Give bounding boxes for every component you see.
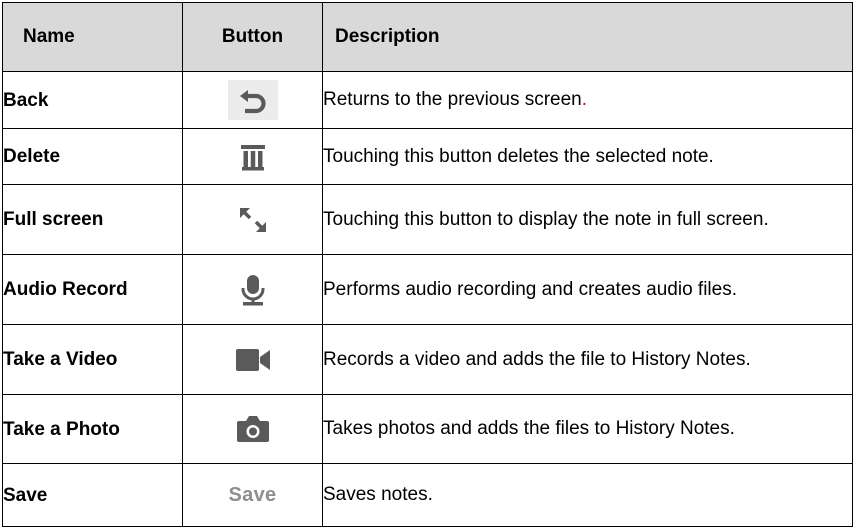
button-cell: Save bbox=[182, 463, 323, 527]
table-row: Save Save Saves notes. bbox=[2, 463, 853, 527]
row-name: Take a Video bbox=[2, 324, 183, 395]
button-cell bbox=[182, 324, 323, 395]
row-name: Take a Photo bbox=[2, 394, 183, 464]
save-button-label: Save bbox=[228, 483, 277, 506]
row-name: Save bbox=[2, 463, 183, 527]
trash-icon bbox=[228, 137, 278, 177]
row-name: Delete bbox=[2, 128, 183, 185]
photo-camera-icon bbox=[228, 409, 278, 449]
table-row: Back Returns to the previous screen. bbox=[2, 71, 853, 129]
table-row: Take a Video Records a video and adds th… bbox=[2, 324, 853, 395]
row-description: Touching this button to display the note… bbox=[322, 184, 853, 255]
header-description: Description bbox=[322, 2, 853, 72]
row-description: Returns to the previous screen. bbox=[322, 71, 853, 129]
row-description: Saves notes. bbox=[322, 463, 853, 527]
header-button: Button bbox=[182, 2, 323, 72]
button-cell bbox=[182, 394, 323, 464]
button-cell bbox=[182, 184, 323, 255]
video-camera-icon bbox=[228, 340, 278, 380]
microphone-icon bbox=[228, 270, 278, 310]
button-cell bbox=[182, 254, 323, 325]
description-text: Returns to the previous screen bbox=[323, 89, 582, 110]
row-name: Audio Record bbox=[2, 254, 183, 325]
row-description: Performs audio recording and creates aud… bbox=[322, 254, 853, 325]
back-arrow-icon bbox=[227, 80, 278, 120]
table-row: Full screen Touching this button to disp… bbox=[2, 184, 853, 255]
table-header-row: Name Button Description bbox=[2, 2, 853, 72]
header-name: Name bbox=[2, 2, 183, 72]
description-period: . bbox=[581, 89, 588, 110]
row-description: Records a video and adds the file to His… bbox=[322, 324, 853, 395]
table-row: Audio Record Performs audio recording an… bbox=[2, 254, 853, 325]
table-row: Take a Photo Takes photos and adds the f… bbox=[2, 394, 853, 464]
expand-icon bbox=[228, 200, 278, 240]
button-reference-table: Name Button Description Back Returns to … bbox=[2, 2, 853, 527]
row-name: Full screen bbox=[2, 184, 183, 255]
row-description: Touching this button deletes the selecte… bbox=[322, 128, 853, 185]
row-name: Back bbox=[2, 71, 183, 129]
row-description: Takes photos and adds the files to Histo… bbox=[322, 394, 853, 464]
button-cell bbox=[182, 71, 323, 129]
button-cell bbox=[182, 128, 323, 185]
table-row: Delete Touching this button deletes the … bbox=[2, 128, 853, 185]
